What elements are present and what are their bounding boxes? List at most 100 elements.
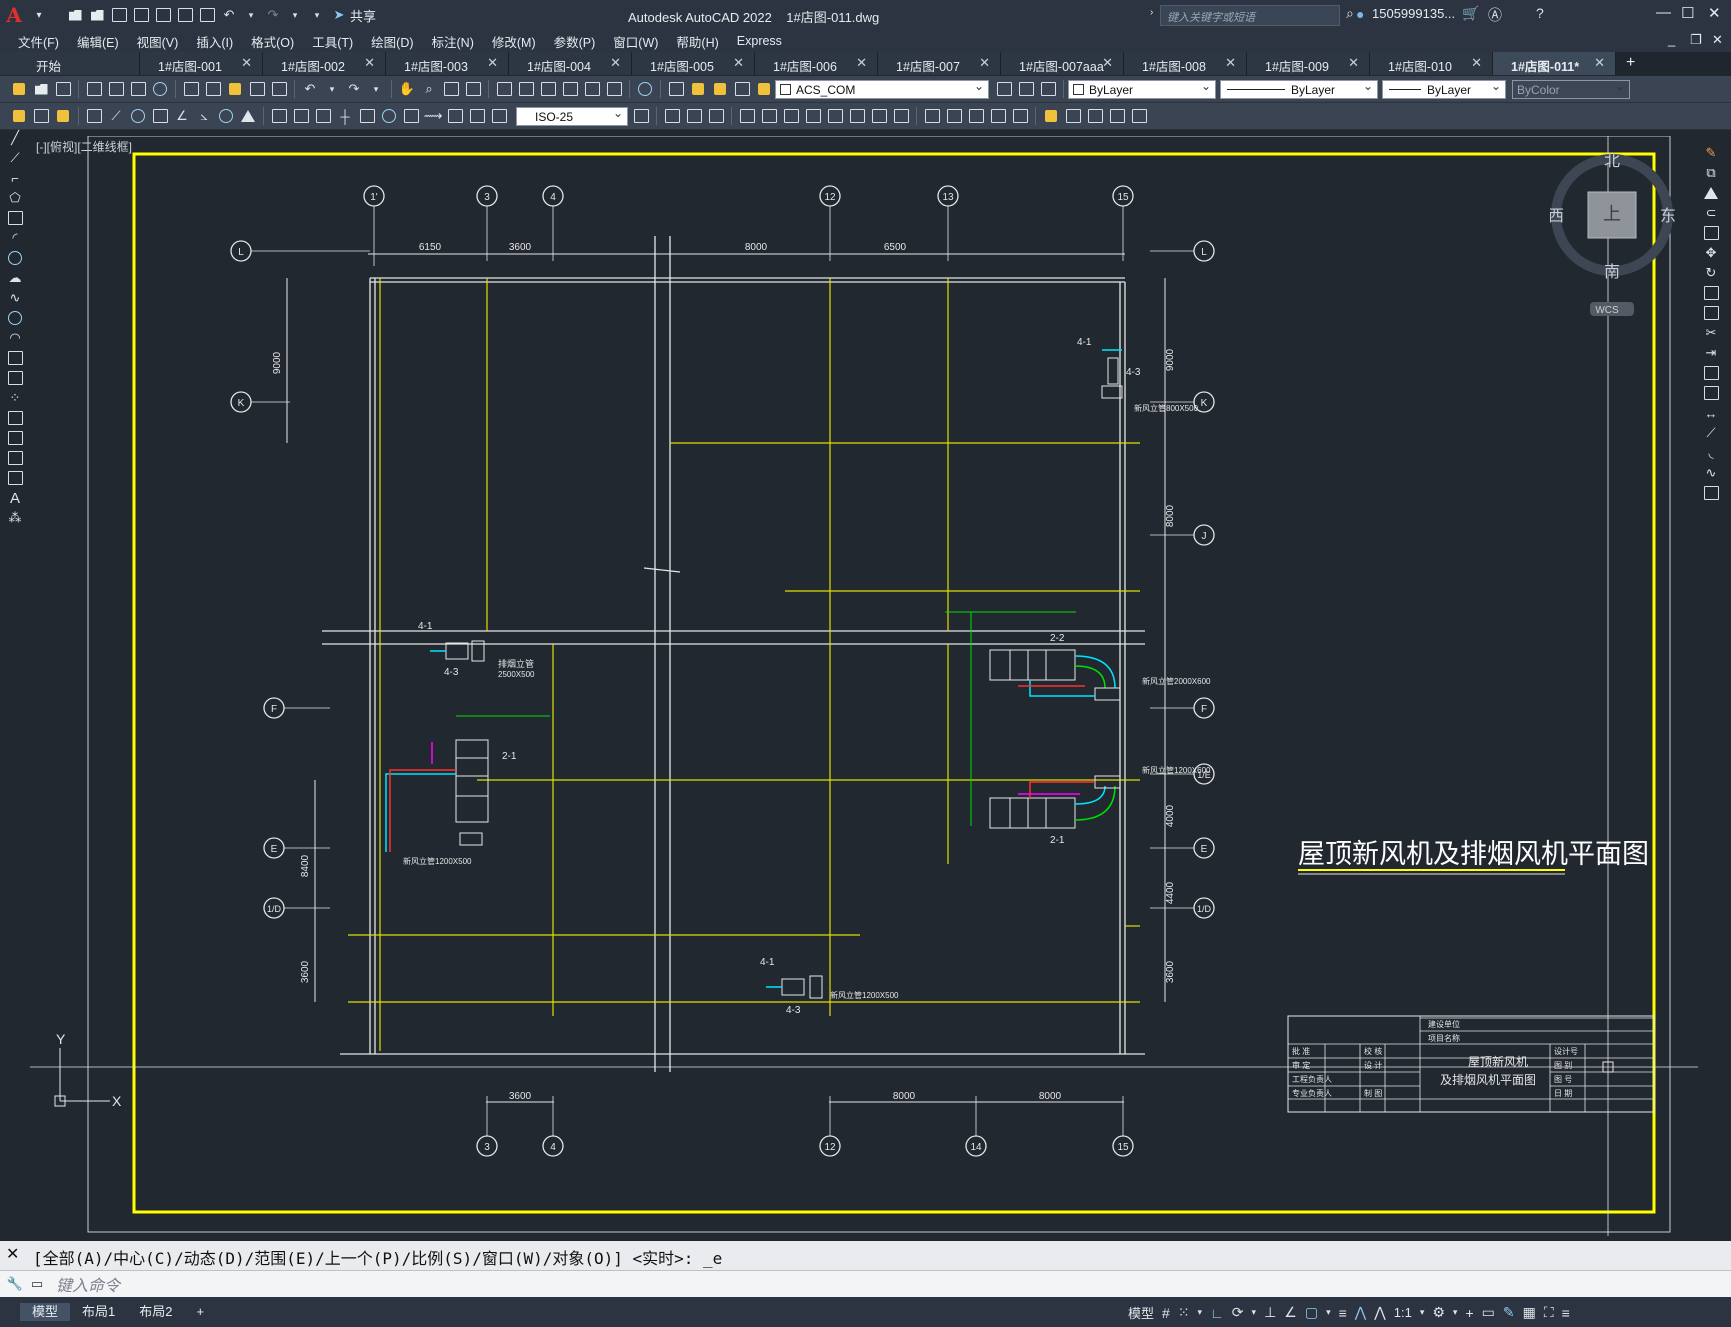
grid-icon[interactable]: # (1162, 1305, 1170, 1321)
viewcube-south[interactable]: 南 (1604, 263, 1620, 281)
explode-icon[interactable] (1011, 107, 1029, 125)
undo-icon[interactable]: ↶ (220, 6, 238, 24)
radius-dim-icon[interactable]: ∠ (173, 107, 191, 125)
move-icon[interactable] (782, 107, 800, 125)
dim-space-icon[interactable]: ┼ (336, 107, 354, 125)
redo-icon[interactable]: ↷ (264, 6, 282, 24)
calculator-icon[interactable] (605, 80, 623, 98)
snap-icon[interactable]: ⁙ (1178, 1304, 1190, 1321)
ellipse-icon[interactable] (6, 309, 24, 327)
workspace-dropdown-icon[interactable]: ▾ (1453, 1307, 1458, 1318)
search-icon[interactable]: ⌕ (1346, 5, 1354, 22)
layer-properties-icon[interactable] (667, 80, 685, 98)
help-icon[interactable] (636, 80, 654, 98)
color-dropdown[interactable]: ByLayer (1068, 79, 1216, 99)
redo-dropdown-icon[interactable]: ▾ (286, 6, 304, 24)
tab-drawing-010[interactable]: 1#店图-010 ✕ (1370, 52, 1493, 75)
offset-icon[interactable]: ⊂ (1702, 204, 1720, 222)
offset-icon[interactable] (738, 107, 756, 125)
drawing-canvas[interactable]: 6150 3600 8000 6500 3600 8000 8000 9000 … (30, 136, 1698, 1236)
user-account[interactable]: 1505999135... (1372, 6, 1455, 21)
layout-tab-2[interactable]: 布局2 (127, 1303, 184, 1321)
extend-icon[interactable]: ⇥ (1702, 344, 1720, 362)
tab-drawing-006[interactable]: 1#店图-006 ✕ (755, 52, 878, 75)
layout-tab-model[interactable]: 模型 (20, 1303, 71, 1321)
help-search-input[interactable]: 键入关键字或短语 (1160, 5, 1340, 26)
wrench-icon[interactable]: 🔧 (6, 1275, 24, 1293)
isodraft-icon[interactable]: ⊥ (1264, 1304, 1276, 1321)
scale-icon[interactable] (826, 107, 844, 125)
table-icon[interactable] (6, 469, 24, 487)
blend-icon[interactable]: ∿ (1702, 464, 1720, 482)
copy-object-icon[interactable] (685, 107, 703, 125)
draworder-icon[interactable] (1042, 107, 1060, 125)
ordinate-dim-icon[interactable] (151, 107, 169, 125)
aligned-dim-icon[interactable]: ⟋ (107, 107, 125, 125)
join-icon[interactable]: ↔ (1702, 404, 1720, 422)
sheet-set-icon[interactable] (561, 80, 579, 98)
center-mark-icon[interactable] (380, 107, 398, 125)
open-icon[interactable] (32, 80, 50, 98)
tab-drawing-008[interactable]: 1#店图-008 ✕ (1124, 52, 1247, 75)
tab-close-icon[interactable]: ✕ (733, 55, 744, 71)
chamfer-icon[interactable]: ⟋ (1702, 424, 1720, 442)
linear-dim-icon[interactable] (85, 107, 103, 125)
add-layout-icon[interactable]: + (184, 1303, 216, 1321)
stretch-icon[interactable] (1702, 304, 1720, 322)
redo-icon[interactable]: ↷ (345, 80, 363, 98)
tab-drawing-011[interactable]: 1#店图-011* ✕ (1493, 52, 1616, 75)
app-menu-chevron-icon[interactable]: ▾ (30, 6, 48, 24)
spline-icon[interactable]: ∿ (6, 289, 24, 307)
mtext-icon[interactable]: A (6, 489, 24, 507)
menu-insert[interactable]: 插入(I) (196, 32, 233, 51)
layer-on-icon[interactable] (689, 80, 707, 98)
doc-close-button[interactable]: ✕ (1712, 32, 1723, 48)
join-icon[interactable] (945, 107, 963, 125)
viewcube-top-face[interactable]: 上 (1603, 204, 1621, 224)
menu-dimension[interactable]: 标注(N) (432, 32, 474, 51)
help-icon[interactable]: ? (1536, 5, 1544, 21)
linetype-dropdown[interactable]: ByLayer (1220, 79, 1378, 99)
menu-parametric[interactable]: 参数(P) (554, 32, 596, 51)
undo-icon[interactable]: ↶ (301, 80, 319, 98)
annotation-scale-button[interactable]: 1:1 (1394, 1305, 1412, 1320)
viewcube-wcs-menu[interactable]: WCS (1595, 305, 1619, 316)
tab-drawing-003[interactable]: 1#店图-003 ✕ (386, 52, 509, 75)
isolate-icon[interactable]: ✎ (1503, 1304, 1515, 1321)
autocad-logo-icon[interactable]: A (0, 0, 28, 30)
rotate-icon[interactable] (804, 107, 822, 125)
plot-icon[interactable] (198, 6, 216, 24)
save-icon[interactable] (54, 80, 72, 98)
quick-dim-icon[interactable] (270, 107, 288, 125)
save-as-icon[interactable] (132, 6, 150, 24)
break-icon[interactable] (923, 107, 941, 125)
array-icon[interactable] (1702, 224, 1720, 242)
paste-icon[interactable] (226, 80, 244, 98)
tool-icon-1[interactable] (10, 107, 28, 125)
revcloud-icon[interactable]: ☁ (6, 269, 24, 287)
plot-preview-icon[interactable] (107, 80, 125, 98)
menu-draw[interactable]: 绘图(D) (371, 32, 413, 51)
layout-tab-1[interactable]: 布局1 (70, 1303, 127, 1321)
polyline-icon[interactable]: ⌐ (6, 169, 24, 187)
search-expand-icon[interactable]: › (1150, 7, 1153, 18)
new-icon[interactable] (66, 6, 84, 24)
menu-file[interactable]: 文件(F) (18, 32, 59, 51)
match-properties-icon[interactable] (248, 80, 266, 98)
customize-qat-icon[interactable]: ▾ (308, 6, 326, 24)
menu-format[interactable]: 格式(O) (251, 32, 294, 51)
layer-state-icon[interactable] (1039, 80, 1057, 98)
tab-close-icon[interactable]: ✕ (1594, 55, 1605, 71)
tool-icon-2[interactable] (32, 107, 50, 125)
tool-icon-3[interactable] (54, 107, 72, 125)
open-web-icon[interactable] (154, 6, 172, 24)
viewcube-east[interactable]: 东 (1660, 207, 1676, 225)
bring-front-icon[interactable] (1064, 107, 1082, 125)
menu-help[interactable]: 帮助(H) (676, 32, 718, 51)
tab-close-icon[interactable]: ✕ (610, 55, 621, 71)
viewcube-west[interactable]: 西 (1550, 208, 1564, 225)
qnew-icon[interactable] (10, 80, 28, 98)
redo-dropdown-icon[interactable]: ▾ (367, 80, 385, 98)
fillet-icon[interactable]: ◟ (1702, 444, 1720, 462)
zoom-realtime-icon[interactable]: ⌕ (420, 80, 438, 98)
